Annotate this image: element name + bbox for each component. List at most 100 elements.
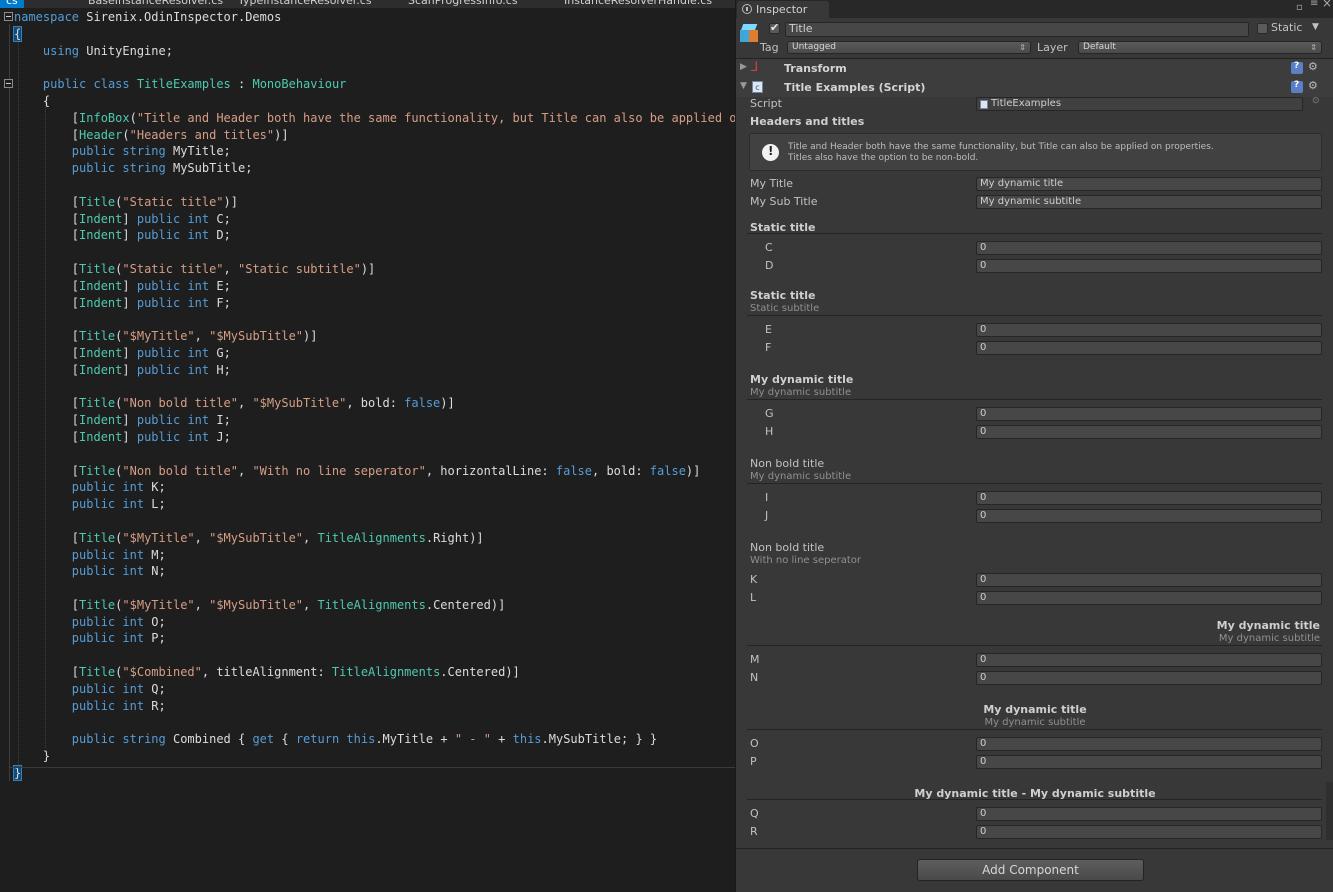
code-line[interactable] (14, 580, 735, 597)
code-line[interactable]: { (14, 93, 735, 110)
int-field-f[interactable]: 0 (976, 341, 1322, 355)
code-line[interactable] (14, 513, 735, 530)
static-checkbox[interactable] (1257, 23, 1268, 34)
code-line[interactable]: public string MyTitle; (14, 143, 735, 160)
code-line[interactable]: public int L; (14, 496, 735, 513)
fold-toggle-icon[interactable] (4, 79, 13, 88)
code-line[interactable]: public int Q; (14, 681, 735, 698)
code-token: public (136, 429, 181, 444)
code-token: ] (122, 429, 137, 444)
code-line[interactable]: public int R; (14, 698, 735, 715)
code-line[interactable]: [Indent] public int I; (14, 412, 735, 429)
code-line[interactable]: [Indent] public int J; (14, 429, 735, 446)
close-icon[interactable]: × (1322, 0, 1332, 10)
code-line[interactable]: [Title("$MyTitle", "$MySubTitle", TitleA… (14, 530, 735, 547)
code-line[interactable]: { (12, 25, 735, 43)
code-line[interactable]: [Title("$MyTitle", "$MySubTitle", TitleA… (14, 597, 735, 614)
add-component-button[interactable]: Add Component (917, 859, 1144, 881)
code-line[interactable]: [Title("$Combined", titleAlignment: Titl… (14, 664, 735, 681)
int-field-h[interactable]: 0 (976, 425, 1322, 439)
code-line[interactable]: [Title("Static title")] (14, 194, 735, 211)
code-line[interactable]: [Indent] public int D; (14, 227, 735, 244)
editor-tab[interactable]: BaseInstanceResolver.cs (82, 0, 229, 8)
code-line[interactable]: namespace Sirenix.OdinInspector.Demos (14, 9, 735, 26)
editor-tab[interactable]: InstanceResolverHandle.cs (558, 0, 718, 8)
code-line[interactable]: using UnityEngine; (14, 43, 735, 60)
code-line[interactable]: [Title("Non bold title", "With no line s… (14, 463, 735, 480)
code-line[interactable] (14, 714, 735, 731)
gear-icon[interactable]: ⚙ (1308, 60, 1320, 73)
code-line[interactable]: public int M; (14, 547, 735, 564)
code-line[interactable] (14, 59, 735, 76)
code-token: ] (122, 228, 137, 243)
object-picker-icon[interactable]: ⊙ (1312, 96, 1320, 106)
static-dropdown-arrow-icon[interactable]: ▼ (1312, 22, 1319, 32)
code-text[interactable]: namespace Sirenix.OdinInspector.Demos{ u… (12, 9, 735, 782)
code-line[interactable]: public int O; (14, 614, 735, 631)
int-field-c[interactable]: 0 (976, 241, 1322, 255)
object-name-input[interactable]: Title (785, 22, 1249, 37)
code-token: "Non bold title" (122, 463, 238, 478)
fold-toggle-icon[interactable] (4, 12, 13, 21)
int-field-l[interactable]: 0 (976, 591, 1322, 605)
code-line[interactable]: [Title("Static title", "Static subtitle"… (14, 261, 735, 278)
layer-dropdown[interactable]: Default ⇕ (1078, 41, 1322, 54)
code-line[interactable]: [Indent] public int H; (14, 362, 735, 379)
script-component-header[interactable]: ▼ c Title Examples (Script) ⚙ (736, 78, 1333, 97)
code-line[interactable]: public int N; (14, 563, 735, 580)
scrollbar[interactable] (1326, 782, 1333, 840)
code-line[interactable] (14, 244, 735, 261)
code-line[interactable] (14, 177, 735, 194)
gear-icon[interactable]: ⚙ (1308, 79, 1320, 92)
int-field-n[interactable]: 0 (976, 671, 1322, 685)
help-icon[interactable] (1291, 61, 1303, 74)
code-line[interactable] (14, 446, 735, 463)
int-field-m[interactable]: 0 (976, 653, 1322, 667)
expand-arrow-icon[interactable]: ▶ (740, 62, 747, 72)
int-field-i[interactable]: 0 (976, 491, 1322, 505)
my-subtitle-input[interactable]: My dynamic subtitle (976, 195, 1322, 209)
help-icon[interactable] (1291, 80, 1303, 93)
code-line[interactable]: [InfoBox("Title and Header both have the… (14, 110, 735, 127)
editor-tab[interactable]: TypeInstanceResolver.cs (232, 0, 378, 8)
code-line[interactable]: public class TitleExamples : MonoBehavio… (14, 76, 735, 93)
code-line[interactable]: public string Combined { get { return th… (14, 731, 735, 748)
code-line[interactable]: [Indent] public int G; (14, 345, 735, 362)
code-line[interactable] (14, 379, 735, 396)
transform-component-header[interactable]: ▶ ⅃ Transform ⚙ (736, 59, 1333, 78)
code-line[interactable]: [Title("$MyTitle", "$MySubTitle")] (14, 328, 735, 345)
script-object-field[interactable]: TitleExamples (976, 97, 1303, 111)
editor-tab[interactable]: ScanProgressInfo.cs (402, 0, 524, 8)
lock-icon[interactable]: ▫ (1296, 2, 1303, 13)
active-checkbox[interactable] (769, 21, 780, 34)
int-field-j[interactable]: 0 (976, 509, 1322, 523)
code-line[interactable]: [Indent] public int C; (14, 211, 735, 228)
code-editor[interactable]: cs BaseInstanceResolver.cs TypeInstanceR… (0, 0, 735, 892)
tag-dropdown[interactable]: Untagged ⇕ (787, 41, 1031, 54)
code-line[interactable]: [Indent] public int E; (14, 278, 735, 295)
code-line[interactable]: } (14, 748, 735, 765)
editor-tab-active[interactable]: cs (0, 0, 24, 8)
code-line[interactable]: public int P; (14, 630, 735, 647)
int-field-e[interactable]: 0 (976, 323, 1322, 337)
code-line[interactable]: [Header("Headers and titles")] (14, 127, 735, 144)
int-field-o[interactable]: 0 (976, 737, 1322, 751)
int-field-k[interactable]: 0 (976, 573, 1322, 587)
int-field-q[interactable]: 0 (976, 807, 1322, 821)
my-title-input[interactable]: My dynamic title (976, 177, 1322, 191)
collapse-arrow-icon[interactable]: ▼ (740, 81, 747, 91)
code-token: ] (122, 211, 137, 226)
code-line[interactable] (14, 311, 735, 328)
code-line[interactable] (14, 647, 735, 664)
code-line[interactable]: [Indent] public int F; (14, 295, 735, 312)
info-exclamation-icon (762, 144, 779, 161)
code-line[interactable]: [Title("Non bold title", "$MySubTitle", … (14, 395, 735, 412)
code-line[interactable]: public string MySubTitle; (14, 160, 735, 177)
int-field-g[interactable]: 0 (976, 407, 1322, 421)
int-field-p[interactable]: 0 (976, 755, 1322, 769)
code-line[interactable]: public int K; (14, 479, 735, 496)
int-field-d[interactable]: 0 (976, 259, 1322, 273)
inspector-tab[interactable]: Inspector (737, 1, 829, 18)
int-field-r[interactable]: 0 (976, 825, 1322, 839)
menu-icon[interactable]: ≡ (1310, 0, 1318, 9)
